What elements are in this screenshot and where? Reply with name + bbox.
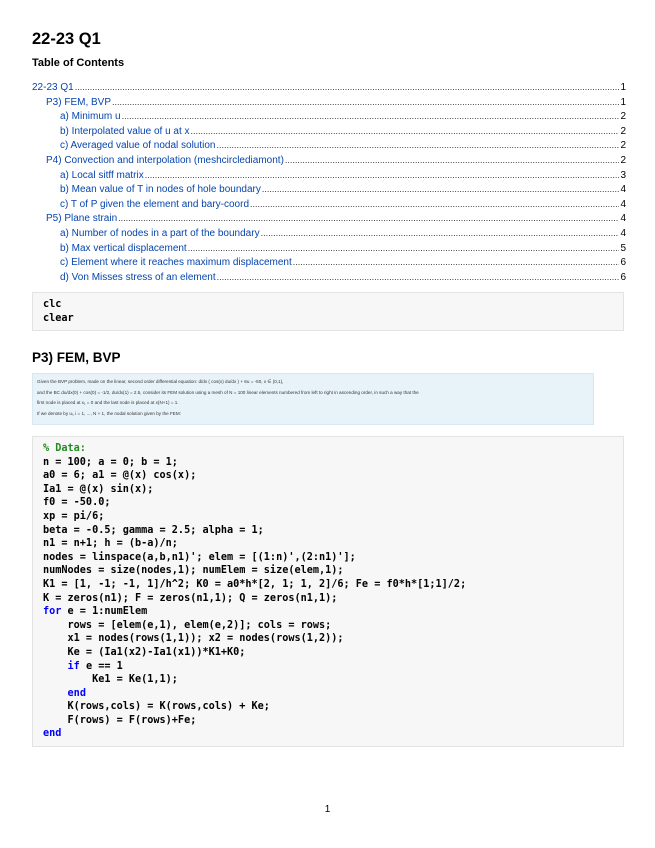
toc-entry[interactable]: c) Averaged value of nodal solution 2	[32, 138, 626, 153]
toc-entry[interactable]: a) Minimum u 2	[32, 109, 626, 124]
toc-entry-link[interactable]: 22-23 Q1	[32, 81, 74, 96]
toc-entry-link[interactable]: c) T of P given the element and bary-coo…	[60, 198, 249, 213]
document-title: 22-23 Q1	[32, 30, 101, 48]
toc-entry[interactable]: c) T of P given the element and bary-coo…	[32, 197, 626, 212]
toc-leader-dots	[122, 109, 620, 124]
toc-entry-link[interactable]: c) Element where it reaches maximum disp…	[60, 256, 292, 271]
toc-entry-page: 2	[620, 140, 626, 152]
toc-entry-page: 4	[620, 198, 626, 210]
code-line: F(rows) = F(rows)+Fe;	[43, 714, 197, 726]
code-line: % Data:	[43, 443, 86, 454]
document-page: 22-23 Q1 Table of Contents 22-23 Q11P3) …	[0, 0, 655, 848]
toc-entry-page: 4	[620, 184, 626, 196]
toc-leader-dots	[293, 255, 620, 270]
problem-line: Given the BVP problem, made on the linea…	[37, 379, 284, 384]
code-line: x1 = nodes(rows(1,1)); x2 = nodes(rows(1…	[43, 633, 344, 645]
toc-entry[interactable]: a) Number of nodes in a part of the boun…	[32, 226, 626, 241]
toc-leader-dots	[188, 241, 620, 256]
toc-entry-link[interactable]: a) Number of nodes in a part of the boun…	[60, 227, 260, 242]
toc-entry-link[interactable]: P3) FEM, BVP	[46, 96, 111, 111]
toc-leader-dots	[285, 153, 620, 168]
toc-entry[interactable]: 22-23 Q1 1	[32, 80, 626, 95]
problem-line: first node is placed at x₁ = 0 and the l…	[37, 400, 179, 405]
toc-leader-dots	[262, 182, 620, 197]
toc-entry-link[interactable]: b) Max vertical displacement	[60, 242, 187, 257]
problem-line: and the BC du/dx(0) + cos(0) = -1/2, du/…	[37, 389, 419, 395]
code-line: rows = [elem(e,1), elem(e,2)]; cols = ro…	[43, 619, 332, 631]
toc-entry[interactable]: a) Local sitff matrix 3	[32, 168, 626, 183]
toc-entry[interactable]: P5) Plane strain 4	[32, 211, 626, 226]
toc-entry-page: 4	[620, 213, 626, 225]
code-line: clc	[43, 299, 62, 310]
code-line: Ia1 = @(x) sin(x);	[43, 483, 154, 495]
code-line: K(rows,cols) = K(rows,cols) + Ke;	[43, 701, 270, 713]
toc-entry-link[interactable]: P4) Convection and interpolation (meshci…	[46, 154, 284, 169]
toc-entry[interactable]: b) Mean value of T in nodes of hole boun…	[32, 182, 626, 197]
toc-entry-page: 2	[620, 111, 626, 123]
toc-leader-dots	[250, 197, 619, 212]
toc-entry-link[interactable]: a) Local sitff matrix	[60, 169, 144, 184]
problem-line: If we denote by uᵢ, i = 1, ..., N + 1, t…	[37, 410, 181, 416]
page-number: 1	[324, 804, 331, 815]
toc-entry-page: 2	[620, 154, 626, 166]
toc-entry[interactable]: b) Interpolated value of u at x 2	[32, 124, 626, 139]
toc-entry-page: 6	[620, 257, 626, 269]
toc-entry-link[interactable]: d) Von Misses stress of an element	[60, 271, 216, 286]
toc-entry-page: 2	[620, 125, 626, 137]
toc-leader-dots	[118, 211, 619, 226]
toc-entry-link[interactable]: c) Averaged value of nodal solution	[60, 139, 215, 154]
toc-leader-dots	[217, 270, 620, 285]
toc-entry-page: 1	[620, 82, 626, 93]
code-line: n = 100; a = 0; b = 1;	[43, 456, 178, 468]
code-line: a0 = 6; a1 = @(x) cos(x);	[43, 470, 197, 482]
code-line: beta = -0.5; gamma = 2.5; alpha = 1;	[43, 524, 264, 536]
code-line: nodes = linspace(a,b,n1)'; elem = [(1:n)…	[43, 551, 356, 563]
toc-entry-page: 5	[620, 242, 626, 254]
code-line: n1 = n+1; h = (b-a)/n;	[43, 538, 178, 550]
code-line: f0 = -50.0;	[43, 497, 111, 509]
toc-leader-dots	[261, 226, 620, 241]
toc-entry[interactable]: c) Element where it reaches maximum disp…	[32, 255, 626, 270]
toc-leader-dots	[145, 168, 620, 183]
toc-entry[interactable]: d) Von Misses stress of an element 6	[32, 270, 626, 285]
problem-statement: Given the BVP problem, made on the linea…	[32, 373, 594, 425]
code-line: end	[67, 687, 86, 699]
toc-entry-page: 1	[620, 96, 626, 108]
code-line: if e == 1	[67, 660, 123, 672]
toc-entry-link[interactable]: b) Mean value of T in nodes of hole boun…	[60, 183, 261, 198]
toc-entry-link[interactable]: b) Interpolated value of u at x	[60, 125, 190, 140]
code-line: K = zeros(n1); F = zeros(n1,1); Q = zero…	[43, 592, 338, 604]
toc-heading: Table of Contents	[32, 57, 125, 69]
toc-leader-dots	[216, 138, 619, 153]
section-heading-p3: P3) FEM, BVP	[32, 350, 121, 365]
code-line: xp = pi/6;	[43, 510, 105, 522]
toc-entry-link[interactable]: P5) Plane strain	[46, 212, 117, 227]
toc-leader-dots	[75, 80, 620, 95]
toc-entry[interactable]: P4) Convection and interpolation (meshci…	[32, 153, 626, 168]
toc-leader-dots	[112, 95, 619, 110]
toc-entry-page: 3	[620, 169, 626, 181]
code-block-clear: clc clear	[32, 292, 624, 332]
code-line: clear	[43, 312, 74, 324]
code-block-data: % Data: n = 100; a = 0; b = 1; a0 = 6; a1 …	[32, 436, 624, 748]
code-line: Ke1 = Ke(1,1);	[43, 674, 178, 686]
toc-entry-page: 4	[620, 227, 626, 239]
toc-entry-link[interactable]: a) Minimum u	[60, 110, 121, 125]
table-of-contents: 22-23 Q11P3) FEM, BVP1a) Minimum u2b) In…	[32, 80, 626, 284]
code-line: Ke = (Ia1(x2)-Ia1(x1))*K1+K0;	[43, 646, 246, 658]
code-line: end	[43, 728, 62, 740]
toc-entry[interactable]: P3) FEM, BVP 1	[32, 95, 626, 110]
code-line: for e = 1:numElem	[43, 606, 148, 618]
code-line: K1 = [1, -1; -1, 1]/h^2; K0 = a0*h*[2, 1…	[43, 578, 467, 590]
toc-entry[interactable]: b) Max vertical displacement 5	[32, 241, 626, 256]
toc-entry-page: 6	[620, 271, 626, 283]
code-line: numNodes = size(nodes,1); numElem = size…	[43, 565, 344, 577]
toc-leader-dots	[191, 124, 620, 139]
